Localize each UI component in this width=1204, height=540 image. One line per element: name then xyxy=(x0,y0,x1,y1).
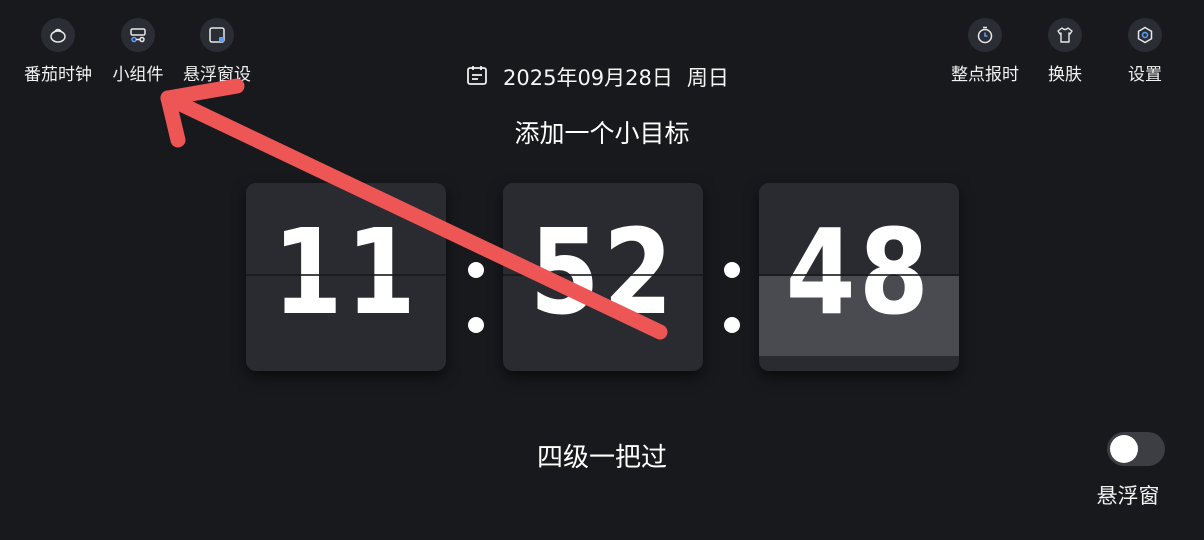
seconds-card: 48 xyxy=(759,183,959,371)
shirt-icon xyxy=(1048,18,1082,52)
widget-button[interactable]: 小组件 xyxy=(93,18,183,85)
calendar-icon xyxy=(465,63,489,92)
hourly-chime-label: 整点报时 xyxy=(951,65,1019,85)
floating-window-settings-button[interactable]: 悬浮窗设 xyxy=(172,18,262,85)
colon-separator xyxy=(468,262,484,372)
minutes-card: 52 xyxy=(503,183,703,371)
date-display: 2025年09月28日 周日 xyxy=(465,62,729,92)
skin-label: 换肤 xyxy=(1048,65,1082,85)
settings-button[interactable]: 设置 xyxy=(1100,18,1190,85)
pomodoro-timer-button[interactable]: 番茄时钟 xyxy=(13,18,103,85)
seconds-digits: 48 xyxy=(785,203,933,341)
slogan-text: 四级一把过 xyxy=(536,443,667,473)
widget-icon xyxy=(121,18,155,52)
floating-window-settings-label: 悬浮窗设 xyxy=(183,65,251,85)
date-text: 2025年09月28日 xyxy=(503,66,673,90)
clock-icon xyxy=(968,18,1002,52)
floating-window-toggle[interactable] xyxy=(1107,432,1165,466)
widget-label: 小组件 xyxy=(112,65,164,85)
settings-label: 设置 xyxy=(1128,65,1162,85)
minutes-digits: 52 xyxy=(529,203,677,341)
hours-card: 11 xyxy=(246,183,446,371)
skin-button[interactable]: 换肤 xyxy=(1020,18,1110,85)
floating-window-toggle-label: 悬浮窗 xyxy=(1096,484,1160,508)
weekday-text: 周日 xyxy=(686,66,729,90)
floating-window-icon xyxy=(200,18,234,52)
hours-digits: 11 xyxy=(272,203,420,341)
add-goal-button[interactable]: 添加一个小目标 xyxy=(0,114,1204,150)
pomodoro-timer-label: 番茄时钟 xyxy=(24,65,92,85)
tomato-icon xyxy=(41,18,75,52)
hexagon-settings-icon xyxy=(1128,18,1162,52)
hourly-chime-button[interactable]: 整点报时 xyxy=(940,18,1030,85)
colon-separator xyxy=(724,262,740,372)
toggle-knob xyxy=(1110,435,1138,463)
